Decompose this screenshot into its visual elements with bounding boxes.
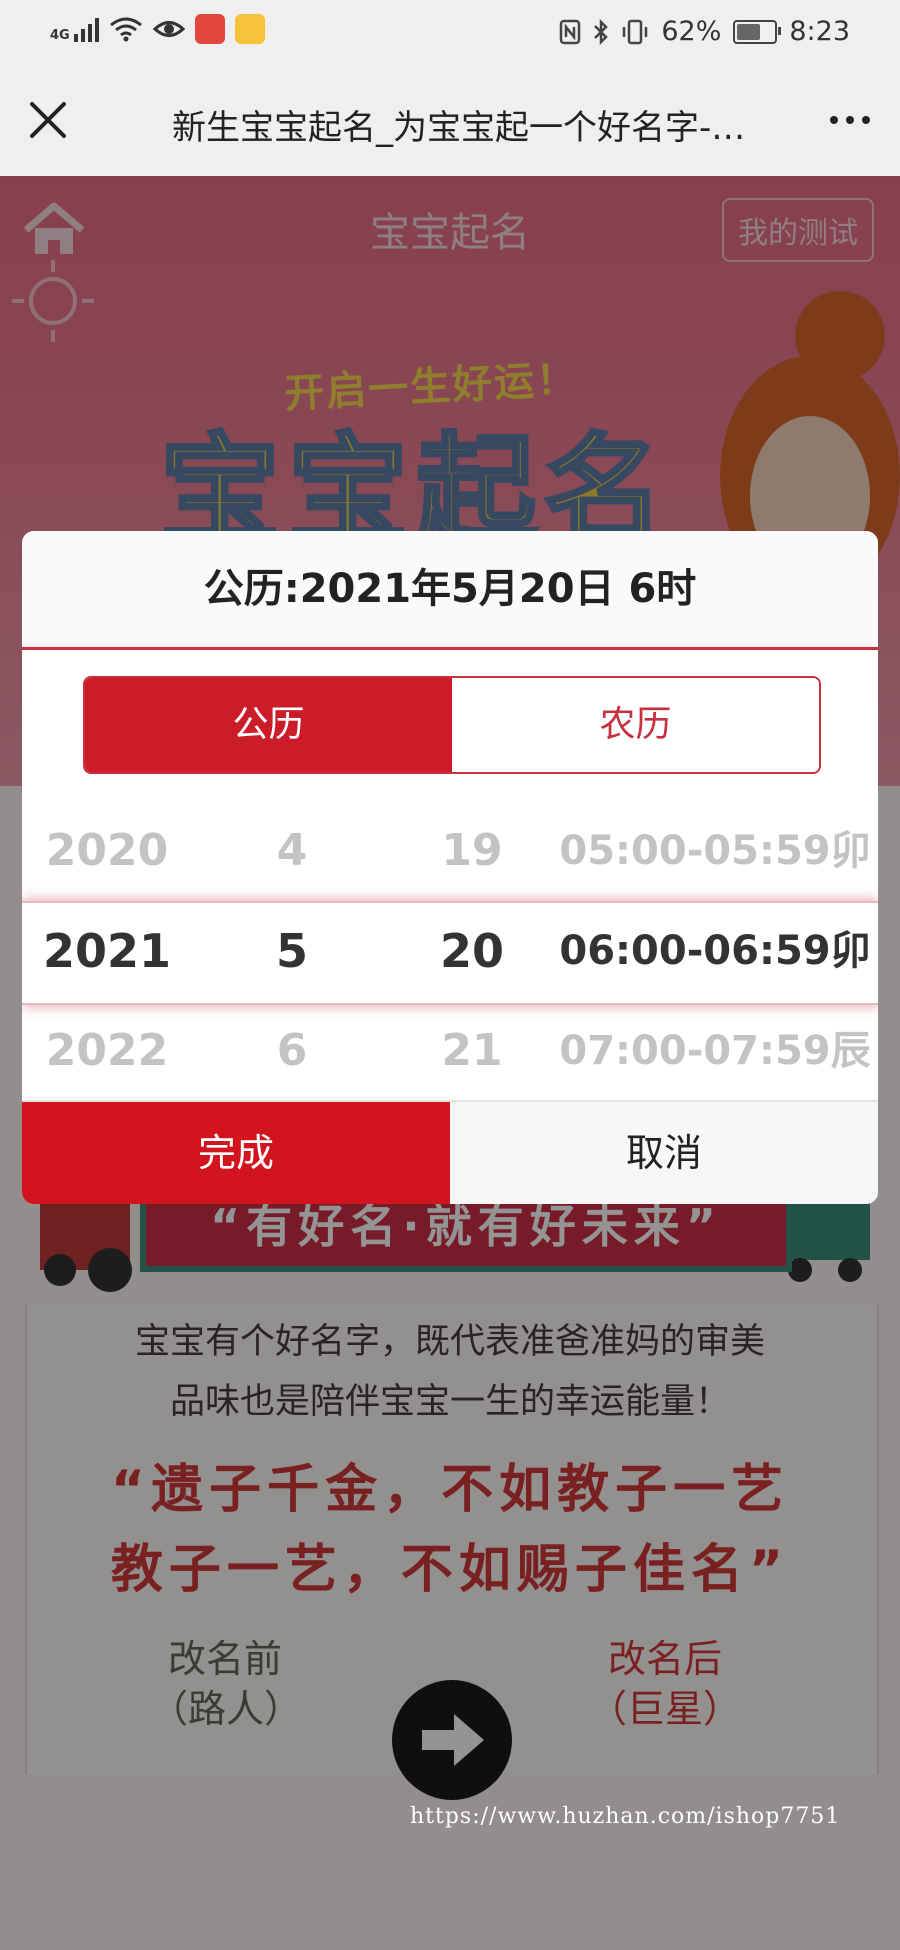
year-option[interactable]: 2022 xyxy=(22,1001,192,1101)
tab-solar-calendar[interactable]: 公历 xyxy=(85,678,452,772)
bluetooth-icon xyxy=(594,18,609,45)
close-icon[interactable] xyxy=(26,98,70,142)
app-notification-icon xyxy=(194,14,225,44)
dialog-actions: 完成 取消 xyxy=(22,1100,878,1204)
wheel-row-next[interactable]: 2022 6 21 07:00-07:59辰 xyxy=(22,1001,878,1101)
selected-date-header: 公历:2021年5月20日 6时 xyxy=(22,531,878,650)
done-button[interactable]: 完成 xyxy=(22,1102,450,1204)
weibo-icon xyxy=(234,14,265,44)
calendar-type-toggle: 公历 农历 xyxy=(83,676,821,774)
date-time-wheel-picker[interactable]: 2020 4 19 05:00-05:59卯 2021 5 20 06:00-0… xyxy=(22,801,878,1105)
year-selected[interactable]: 2021 xyxy=(22,901,192,1001)
wheel-row-selected[interactable]: 2021 5 20 06:00-06:59卯 xyxy=(22,901,878,1001)
day-option[interactable]: 19 xyxy=(362,801,582,901)
cancel-button[interactable]: 取消 xyxy=(450,1102,878,1204)
hour-option[interactable]: 07:00-07:59辰 xyxy=(552,1001,878,1101)
hour-option[interactable]: 05:00-05:59卯 xyxy=(552,801,878,901)
year-option[interactable]: 2020 xyxy=(22,801,192,901)
eye-icon xyxy=(152,21,185,37)
status-right: 62% 8:23 xyxy=(559,16,850,47)
page-title: 新生宝宝起名_为宝宝起一个好名字-… xyxy=(172,108,746,148)
status-bar: 4G 62% 8:23 xyxy=(0,0,900,68)
watermark: https://www.huzhan.com/ishop7751 xyxy=(410,1804,841,1829)
battery-icon xyxy=(733,19,782,44)
signal-icon: 4G xyxy=(50,16,99,42)
status-left: 4G xyxy=(50,14,265,44)
clock: 8:23 xyxy=(789,16,850,47)
network-type: 4G xyxy=(50,28,70,43)
browser-title-bar: 新生宝宝起名_为宝宝起一个好名字-… xyxy=(0,68,900,176)
date-picker-dialog: 公历:2021年5月20日 6时 公历 农历 2020 4 19 05:00-0… xyxy=(22,531,878,1204)
more-options-icon[interactable] xyxy=(830,116,870,124)
wheel-row-previous[interactable]: 2020 4 19 05:00-05:59卯 xyxy=(22,801,878,901)
hour-selected[interactable]: 06:00-06:59卯 xyxy=(552,901,878,1001)
battery-percent: 62% xyxy=(661,16,722,47)
nfc-icon xyxy=(560,19,581,44)
wifi-icon xyxy=(109,17,142,42)
day-selected[interactable]: 20 xyxy=(362,901,582,1001)
vibrate-icon xyxy=(623,19,648,44)
day-option[interactable]: 21 xyxy=(362,1001,582,1101)
tab-lunar-calendar[interactable]: 农历 xyxy=(452,678,819,772)
